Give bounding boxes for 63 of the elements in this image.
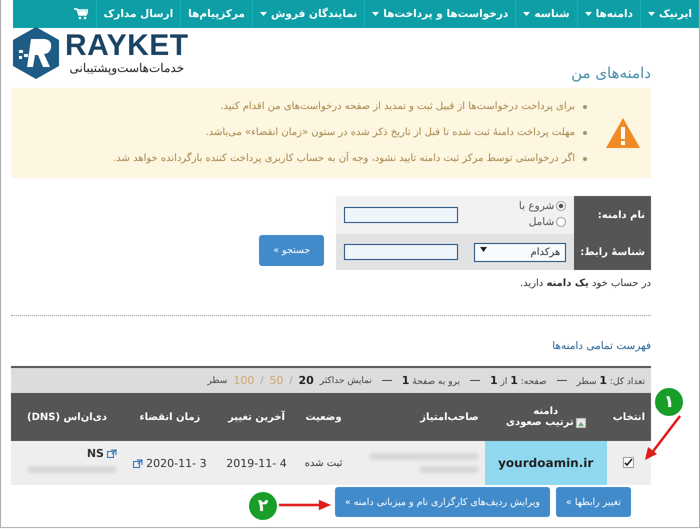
cart-icon[interactable] [74, 8, 88, 20]
separator-text: / [289, 376, 292, 386]
column-header: دامنه ترتیب صعودی [484, 393, 607, 441]
column-header: انتخاب [606, 393, 651, 441]
external-link-icon [133, 458, 144, 468]
bullet-icon [583, 105, 587, 109]
radio-option[interactable]: شامل [474, 216, 566, 228]
arrow [279, 498, 331, 512]
nav-item[interactable]: مرکزپیام‌ها [180, 0, 252, 28]
bullet-icon [583, 131, 587, 135]
notice-text: مهلت پرداخت دامنهٔ ثبت شده تا قبل از تاریخ ذکر شده در ستون «زمان انقضاء» می‌باشد. [206, 126, 575, 140]
caret-icon [480, 246, 488, 252]
dns-text: NS [86, 447, 104, 460]
caret-icon [260, 12, 267, 16]
table-cell: 2019-11- 4 [216, 441, 296, 485]
notice-text: برای پرداخت درخواست‌ها از قبیل ثبت و تمدید از صفحه درخواست‌های من اقدام کنید. [220, 100, 575, 114]
page-size-link[interactable]: 20 [298, 374, 314, 387]
column-header: آخرین تغییر [216, 393, 296, 441]
column-header: صاحب‌امتیاز [350, 393, 485, 441]
contact-input[interactable] [344, 244, 458, 260]
warning-icon [605, 117, 641, 149]
pager-text: نمایش حداکثر [320, 376, 372, 386]
caret-icon [372, 12, 380, 16]
column-header: زمان انقضاء [122, 393, 217, 441]
field-label: شناسهٔ رابط: [574, 234, 651, 270]
logo-tagline: خدمات‌هاست‌وپشتیبانی [68, 61, 186, 75]
table-cell: ثبت شده [296, 441, 351, 485]
summary-text: در حساب خود یک دامنه دارید. [518, 278, 651, 289]
callout-badge: ۱ [653, 386, 685, 418]
table-cell: 2020-11- 3 [146, 456, 207, 470]
search-button[interactable]: جستجو » [259, 235, 324, 266]
caret-icon [584, 12, 592, 16]
field-label: نام دامنه: [574, 196, 651, 234]
nav-item[interactable]: دامنه‌ها [576, 0, 640, 28]
nav-item[interactable]: ارسال مدارک [96, 0, 180, 28]
domain-cell[interactable]: yourdoamin.ir [484, 441, 607, 485]
contact-select[interactable]: هرکدام [474, 242, 566, 262]
logo-text: RAYKET [65, 31, 189, 61]
nav-item[interactable]: ایرنیک [640, 0, 699, 28]
arrow [643, 414, 683, 462]
pager-text: سطر [207, 376, 228, 386]
column-header: وضعیت [296, 393, 351, 441]
sort-link[interactable]: ترتیب صعودی [490, 417, 601, 428]
action-button[interactable]: تغییر رابطها » [556, 487, 631, 517]
column-header: دی‌ان‌اس (DNS) [11, 393, 123, 441]
external-link-icon [106, 449, 117, 458]
bullet-icon [583, 157, 587, 161]
radio-option[interactable]: شروع با [474, 200, 566, 212]
action-button[interactable]: ویرایش ردیف‌های کارگزاری نام و میزبانی دامنه » [334, 487, 550, 517]
row-checkbox[interactable] [623, 456, 634, 468]
caret-icon [648, 12, 655, 16]
nav-item[interactable]: شناسه [515, 0, 577, 28]
page-title: دامنه‌های من [571, 64, 651, 82]
separator-text: / [260, 376, 264, 386]
broken-image-icon [576, 418, 586, 428]
caret-icon [523, 12, 530, 16]
callout-badge: ۲ [247, 490, 279, 522]
list-title: فهرست تمامی دامنه‌ها [551, 340, 651, 352]
domain-input[interactable] [344, 207, 458, 223]
notice-text: اگر درخواستی توسط مرکز ثبت دامنه تایید نشود، وجه آن به حساب کاربری پرداخت کننده بازگردانده خواهد شد. [113, 152, 575, 166]
logo-icon [11, 26, 61, 80]
nav-item[interactable]: درخواست‌ها و پرداخت‌ها [364, 0, 516, 28]
nav-item[interactable]: نمایندگان فروش [252, 0, 364, 28]
